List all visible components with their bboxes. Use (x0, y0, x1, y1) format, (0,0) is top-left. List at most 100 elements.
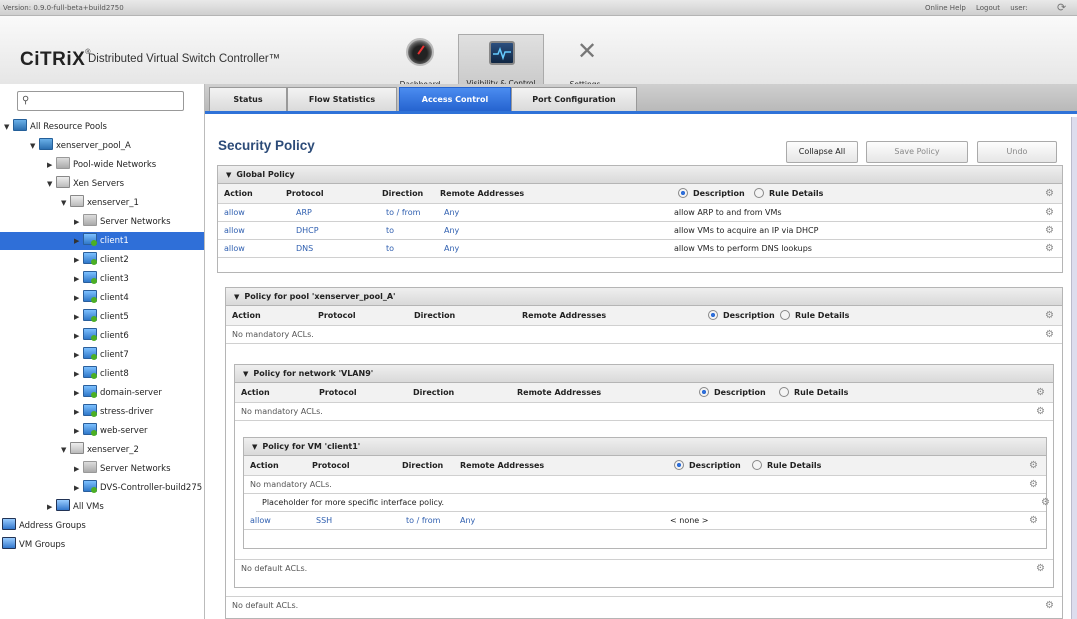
expanded-arrow-icon[interactable]: ▼ (30, 137, 39, 155)
expanded-arrow-icon[interactable]: ▼ (61, 194, 70, 212)
tree-node-pool[interactable]: ▼ xenserver_pool_A (30, 137, 131, 155)
vm-icon (83, 423, 97, 436)
tree-node-stress-driver[interactable]: ▶ stress-driver (74, 403, 153, 421)
pool-policy-header[interactable]: ▼ Policy for pool 'xenserver_pool_A' (226, 288, 1062, 306)
tab-port-configuration[interactable]: Port Configuration (511, 87, 637, 111)
online-help-link[interactable]: Online Help (925, 4, 966, 12)
global-policy-section: ▼ Global Policy Action Protocol Direction… (217, 165, 1063, 273)
search-input[interactable]: ⚲ (17, 91, 184, 111)
collapsed-arrow-icon[interactable]: ▶ (47, 498, 56, 516)
collapsed-arrow-icon[interactable]: ▶ (74, 213, 83, 231)
collapsed-arrow-icon[interactable]: ▶ (74, 460, 83, 478)
gear-icon[interactable]: ⚙ (1045, 326, 1054, 344)
gear-icon[interactable]: ⚙ (1045, 204, 1054, 222)
tree-node-client3[interactable]: ▶ client3 (74, 270, 129, 288)
expanded-arrow-icon[interactable]: ▼ (47, 175, 56, 193)
expanded-arrow-icon[interactable]: ▼ (4, 118, 13, 136)
tree-node-pool-networks[interactable]: ▶ Pool-wide Networks (47, 156, 156, 174)
logout-link[interactable]: Logout (976, 4, 1000, 12)
gear-icon[interactable]: ⚙ (1029, 456, 1038, 476)
description-radio[interactable]: Description (678, 184, 745, 204)
collapsed-arrow-icon[interactable]: ▶ (74, 270, 83, 288)
tab-access-control[interactable]: Access Control (399, 87, 511, 111)
rule-details-radio[interactable]: Rule Details (780, 306, 849, 326)
gear-icon[interactable]: ⚙ (1036, 403, 1045, 421)
tree-node-web-server[interactable]: ▶ web-server (74, 422, 148, 440)
rule-details-radio[interactable]: Rule Details (754, 184, 823, 204)
collapsed-arrow-icon[interactable]: ▶ (74, 384, 83, 402)
radio-icon (779, 387, 789, 397)
gear-icon[interactable]: ⚙ (1045, 184, 1054, 204)
tree-node-client6[interactable]: ▶ client6 (74, 327, 129, 345)
description-radio[interactable]: Description (708, 306, 775, 326)
tree-node-server-networks[interactable]: ▶ Server Networks (74, 213, 171, 231)
gear-icon[interactable]: ⚙ (1036, 383, 1045, 403)
pool-policy-section: ▼ Policy for pool 'xenserver_pool_A' Acti… (225, 287, 1063, 619)
expanded-arrow-icon[interactable]: ▼ (61, 441, 70, 459)
tree-node-all-resource-pools[interactable]: ▼ All Resource Pools (4, 118, 107, 136)
tree-node-all-vms[interactable]: ▶ All VMs (47, 498, 104, 516)
gear-icon[interactable]: ⚙ (1045, 222, 1054, 240)
save-policy-changes-button[interactable]: Save Policy Changes (866, 141, 968, 176)
collapsed-arrow-icon[interactable]: ▶ (74, 422, 83, 440)
global-policy-header[interactable]: ▼ Global Policy (218, 166, 1062, 184)
gear-icon[interactable]: ⚙ (1036, 560, 1045, 578)
tree-node-client8[interactable]: ▶ client8 (74, 365, 129, 383)
tree-node-vm-groups[interactable]: VM Groups (2, 536, 65, 554)
rule-details-radio[interactable]: Rule Details (779, 383, 848, 403)
tab-status[interactable]: Status (209, 87, 287, 111)
radio-selected-icon (708, 310, 718, 320)
vm-icon (83, 328, 97, 341)
table-header: Action Protocol Direction Remote Address… (226, 306, 1062, 326)
rule-details-radio[interactable]: Rule Details (752, 456, 821, 476)
mandatory-acls-row: No mandatory ACLs. ⚙ (244, 476, 1046, 494)
tree-node-client5[interactable]: ▶ client5 (74, 308, 129, 326)
tree-node-domain-server[interactable]: ▶ domain-server (74, 384, 162, 402)
vm-policy-header[interactable]: ▼ Policy for VM 'client1' (244, 438, 1046, 456)
refresh-icon[interactable]: ⟳ (1057, 1, 1066, 14)
gear-icon[interactable]: ⚙ (1045, 306, 1054, 326)
default-acls-row: No default ACLs. ⚙ (235, 559, 1053, 577)
collapsed-arrow-icon[interactable]: ▶ (74, 308, 83, 326)
collapsed-arrow-icon[interactable]: ▶ (74, 403, 83, 421)
gear-icon[interactable]: ⚙ (1045, 240, 1054, 258)
undo-changes-button[interactable]: Undo Changes (977, 141, 1057, 176)
tree-node-xenserver-1[interactable]: ▼ xenserver_1 (61, 194, 139, 212)
collapsed-arrow-icon[interactable]: ▶ (74, 232, 83, 250)
table-row[interactable]: allow ARP to / from Any allow ARP to and… (218, 204, 1062, 222)
description-radio[interactable]: Description (674, 456, 741, 476)
table-row[interactable]: allow DNS to Any allow VMs to perform DN… (218, 240, 1062, 258)
tree-node-xenserver-2[interactable]: ▼ xenserver_2 (61, 441, 139, 459)
collapsed-arrow-icon[interactable]: ▶ (47, 156, 56, 174)
tree-node-client4[interactable]: ▶ client4 (74, 289, 129, 307)
gear-icon[interactable]: ⚙ (1029, 476, 1038, 494)
gear-icon[interactable]: ⚙ (1029, 512, 1038, 530)
table-row[interactable]: allow DHCP to Any allow VMs to acquire a… (218, 222, 1062, 240)
table-row[interactable]: allow SSH to / from Any < none > ⚙ (244, 512, 1046, 530)
vm-policy-section: ▼ Policy for VM 'client1' Action Protocol… (243, 437, 1050, 549)
collapsed-arrow-icon[interactable]: ▶ (74, 479, 83, 497)
tree-node-client7[interactable]: ▶ client7 (74, 346, 129, 364)
collapse-all-button[interactable]: Collapse All (786, 141, 858, 163)
scrollbar[interactable] (1071, 117, 1077, 619)
description-radio[interactable]: Description (699, 383, 766, 403)
collapsed-arrow-icon[interactable]: ▶ (74, 327, 83, 345)
tree-node-client2[interactable]: ▶ client2 (74, 251, 129, 269)
collapsed-arrow-icon[interactable]: ▶ (74, 251, 83, 269)
tab-flow-statistics[interactable]: Flow Statistics (287, 87, 397, 111)
visibility-icon (489, 41, 515, 65)
tree-node-server-networks-2[interactable]: ▶ Server Networks (74, 460, 171, 478)
gear-icon[interactable]: ⚙ (1045, 597, 1054, 615)
tree-node-address-groups[interactable]: Address Groups (2, 517, 86, 535)
tree-node-xen-servers[interactable]: ▼ Xen Servers (47, 175, 124, 193)
collapsed-arrow-icon[interactable]: ▶ (74, 289, 83, 307)
gear-icon[interactable]: ⚙ (1041, 494, 1050, 512)
collapsed-arrow-icon[interactable]: ▶ (74, 346, 83, 364)
tree-node-dvs-controller[interactable]: ▶ DVS-Controller-build275 (74, 479, 205, 497)
vm-icon (83, 385, 97, 398)
server-icon (70, 195, 84, 207)
collapse-arrow-icon: ▼ (243, 370, 249, 378)
network-policy-header[interactable]: ▼ Policy for network 'VLAN9' (235, 365, 1053, 383)
collapsed-arrow-icon[interactable]: ▶ (74, 365, 83, 383)
tree-node-client1[interactable]: ▶ client1 (0, 232, 204, 250)
